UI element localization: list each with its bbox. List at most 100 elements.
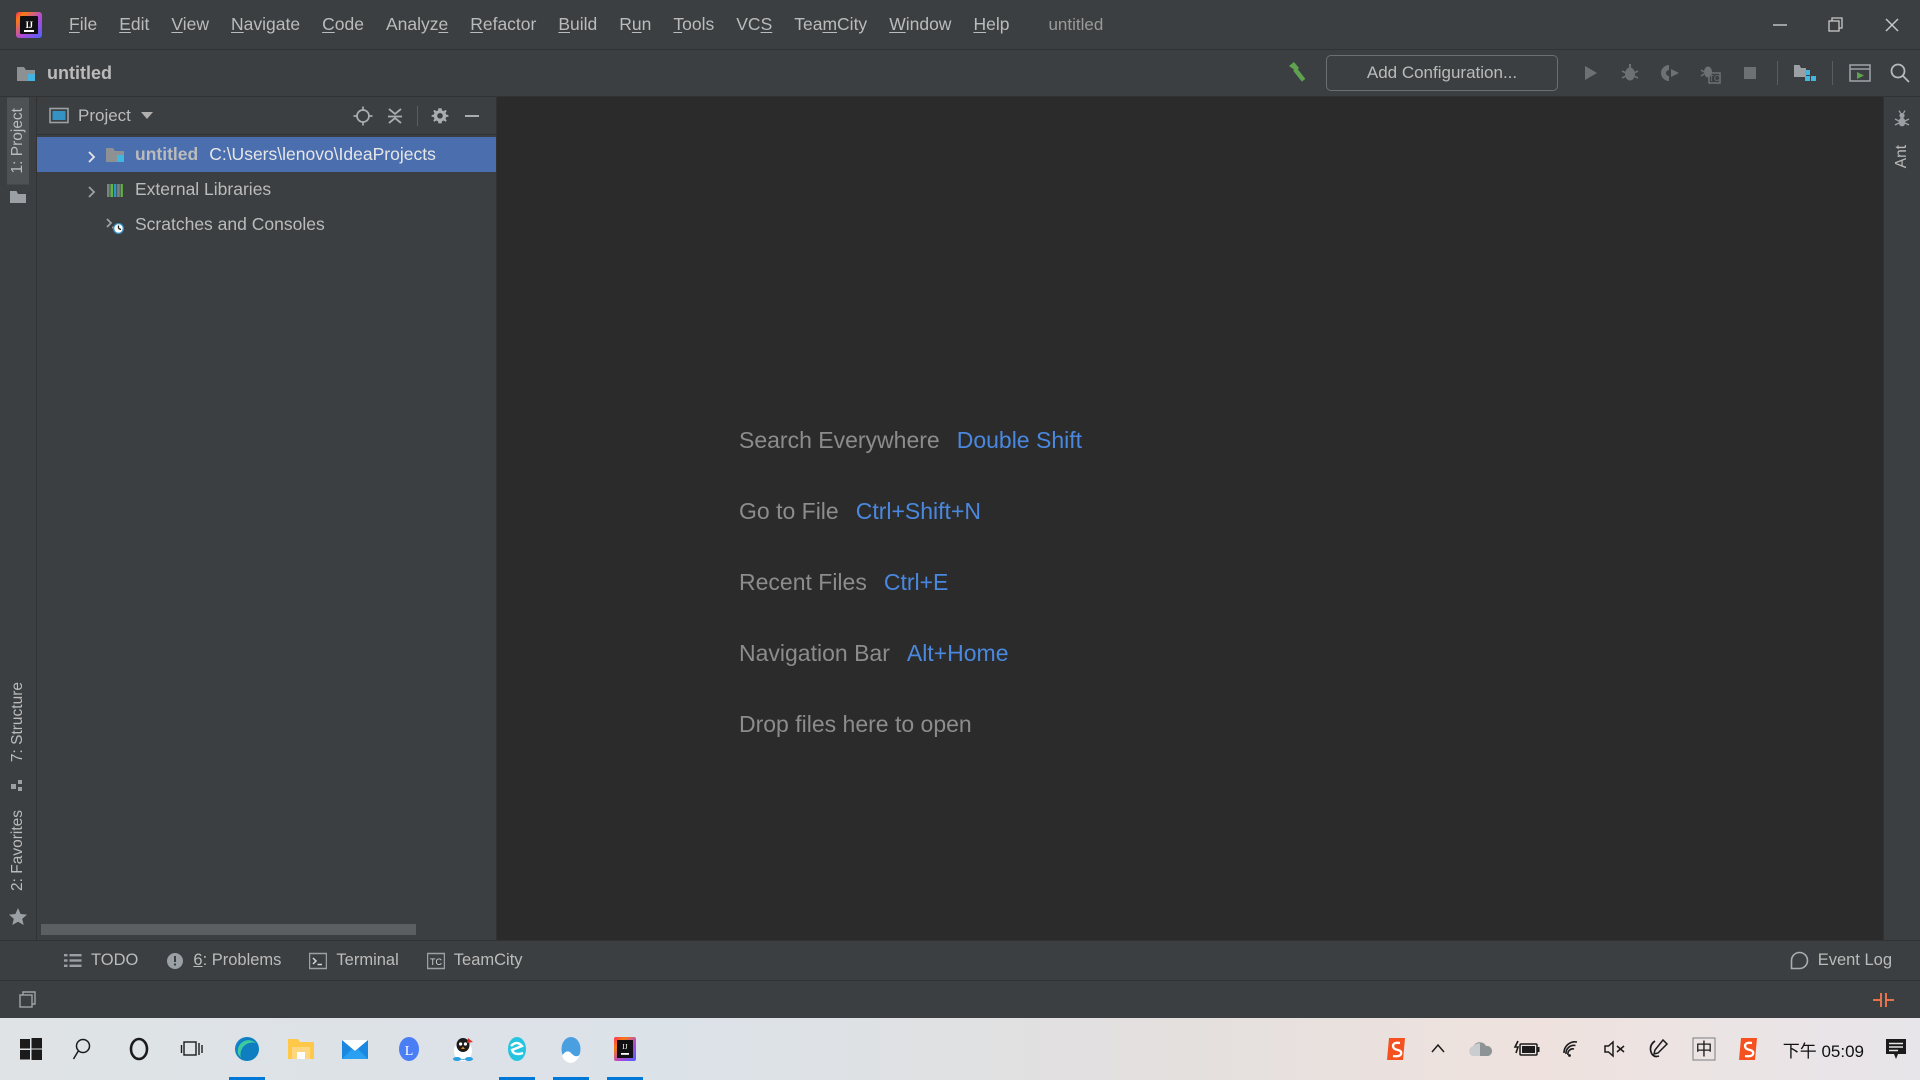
menu-item-refactor[interactable]: Refactor bbox=[459, 10, 547, 39]
sogou-input-tray[interactable] bbox=[1375, 1018, 1419, 1080]
menu-item-analyze[interactable]: Analyze bbox=[375, 10, 459, 39]
editor-hint-label: Navigation Bar bbox=[739, 640, 890, 667]
app-l-button[interactable]: L bbox=[382, 1018, 436, 1080]
chevron-up-icon bbox=[1429, 1040, 1447, 1058]
ime-mode-tray[interactable]: 中 bbox=[1681, 1018, 1727, 1080]
tool-button-problems[interactable]: 6: Problems bbox=[152, 947, 295, 974]
editor-hint: Recent FilesCtrl+E bbox=[739, 569, 1082, 596]
problems-warning-icon bbox=[166, 952, 184, 970]
oval-browser-icon bbox=[557, 1034, 585, 1064]
add-configuration-button[interactable]: Add Configuration... bbox=[1326, 55, 1558, 91]
stripe-favorites-label: 2: Favorites bbox=[9, 810, 27, 891]
menu-item-window[interactable]: Window bbox=[878, 10, 962, 39]
settings-button[interactable] bbox=[425, 101, 455, 131]
speaker-muted-icon bbox=[1603, 1039, 1627, 1059]
file-explorer-button[interactable] bbox=[274, 1018, 328, 1080]
network-tray[interactable] bbox=[1551, 1018, 1593, 1080]
minimize-button[interactable] bbox=[1752, 0, 1808, 50]
scrollbar-thumb[interactable] bbox=[41, 924, 416, 935]
close-button[interactable] bbox=[1864, 0, 1920, 50]
browser-oval-button[interactable] bbox=[544, 1018, 598, 1080]
mail-button[interactable] bbox=[328, 1018, 382, 1080]
hide-panel-button[interactable] bbox=[457, 101, 487, 131]
editor-hint: Go to FileCtrl+Shift+N bbox=[739, 498, 1082, 525]
window-controls bbox=[1752, 0, 1920, 50]
notification-center-button[interactable] bbox=[1876, 1018, 1916, 1080]
main-toolbar: untitled Add Configuration... bbox=[0, 50, 1920, 97]
tree-item-label: untitled bbox=[135, 144, 198, 165]
sidebar-item-ant[interactable]: Ant bbox=[1891, 134, 1913, 179]
editor-hint: Search EverywhereDouble Shift bbox=[739, 427, 1082, 454]
sidebar-item-favorites[interactable]: 2: Favorites bbox=[7, 799, 29, 902]
tool-button-terminal[interactable]: Terminal bbox=[295, 947, 412, 974]
project-tree-horizontal-scrollbar[interactable] bbox=[37, 918, 496, 940]
project-tree[interactable]: untitledC:\Users\lenovo\IdeaProjectsExte… bbox=[37, 135, 496, 918]
tree-item-scratches-and-consoles[interactable]: Scratches and Consoles bbox=[37, 207, 496, 242]
edge-button[interactable] bbox=[220, 1018, 274, 1080]
tree-item-label: Scratches and Consoles bbox=[135, 214, 325, 235]
chevron-down-icon[interactable] bbox=[141, 112, 153, 119]
tree-expand-arrow-icon[interactable] bbox=[85, 148, 99, 162]
project-panel-title: Project bbox=[78, 106, 131, 126]
start-button[interactable] bbox=[4, 1018, 58, 1080]
gear-icon bbox=[429, 105, 451, 127]
editor-hint-shortcut: Double Shift bbox=[957, 427, 1082, 454]
tool-window-buttons-bar: TODO 6: Problems Terminal TC TeamCity bbox=[0, 940, 1920, 980]
run-button[interactable] bbox=[1570, 54, 1610, 92]
onedrive-tray[interactable] bbox=[1457, 1018, 1503, 1080]
line-separator-indicator[interactable] bbox=[1862, 989, 1906, 1011]
menu-item-build[interactable]: Build bbox=[547, 10, 608, 39]
intellij-idea-logo-icon[interactable]: IJ bbox=[16, 12, 42, 38]
menu-item-view[interactable]: View bbox=[160, 10, 220, 39]
cortana-button[interactable] bbox=[112, 1018, 166, 1080]
build-button[interactable] bbox=[1278, 54, 1318, 92]
search-everywhere-button[interactable] bbox=[1880, 54, 1920, 92]
event-log-button[interactable]: Event Log bbox=[1776, 947, 1906, 974]
tree-item-external-libraries[interactable]: External Libraries bbox=[37, 172, 496, 207]
intellij-idea-button[interactable]: IJ bbox=[598, 1018, 652, 1080]
task-view-button[interactable] bbox=[166, 1018, 220, 1080]
terminal-button[interactable] bbox=[1840, 54, 1880, 92]
search-taskbar-button[interactable] bbox=[58, 1018, 112, 1080]
volume-tray[interactable] bbox=[1593, 1018, 1637, 1080]
qq-button[interactable] bbox=[436, 1018, 490, 1080]
svg-text:中: 中 bbox=[1695, 1040, 1712, 1060]
sogou-pinyin-tray[interactable] bbox=[1727, 1018, 1771, 1080]
restore-button[interactable] bbox=[1808, 0, 1864, 50]
debug-button[interactable] bbox=[1610, 54, 1650, 92]
menu-item-navigate[interactable]: Navigate bbox=[220, 10, 311, 39]
menu-item-edit[interactable]: Edit bbox=[108, 10, 160, 39]
toolbar-project-chip[interactable]: untitled bbox=[16, 63, 112, 84]
project-structure-button[interactable] bbox=[1785, 54, 1825, 92]
menu-item-code[interactable]: Code bbox=[311, 10, 375, 39]
battery-tray[interactable] bbox=[1503, 1018, 1551, 1080]
menu-item-run[interactable]: Run bbox=[608, 10, 662, 39]
menu-item-vcs[interactable]: VCS bbox=[725, 10, 783, 39]
menu-item-teamcity[interactable]: TeamCity bbox=[783, 10, 878, 39]
stop-button[interactable] bbox=[1730, 54, 1770, 92]
build-hammer-icon bbox=[1285, 60, 1311, 86]
menu-item-tools[interactable]: Tools bbox=[662, 10, 725, 39]
taskbar-clock[interactable]: 下午 05:09 bbox=[1771, 1018, 1876, 1080]
show-hidden-icons-button[interactable] bbox=[1419, 1018, 1457, 1080]
tree-item-untitled[interactable]: untitledC:\Users\lenovo\IdeaProjects bbox=[37, 137, 496, 172]
collapse-all-button[interactable] bbox=[380, 101, 410, 131]
tool-button-todo[interactable]: TODO bbox=[50, 947, 152, 974]
run-with-coverage-button[interactable] bbox=[1650, 54, 1690, 92]
stop-square-icon bbox=[1739, 62, 1761, 84]
intellij-idea-logo: IJ bbox=[612, 1035, 638, 1063]
sidebar-item-project[interactable]: 1: Project bbox=[7, 97, 29, 184]
menu-item-help[interactable]: Help bbox=[962, 10, 1020, 39]
pen-ink-icon bbox=[1647, 1038, 1671, 1060]
sidebar-item-structure[interactable]: 7: Structure bbox=[7, 671, 29, 773]
window-layout-button[interactable] bbox=[10, 987, 48, 1013]
pen-tray[interactable] bbox=[1637, 1018, 1681, 1080]
tool-button-teamcity[interactable]: TC TeamCity bbox=[413, 947, 537, 974]
menu-item-file[interactable]: File bbox=[58, 10, 108, 39]
browser-e-button[interactable] bbox=[490, 1018, 544, 1080]
blue-l-circle-icon: L bbox=[395, 1034, 423, 1064]
select-opened-file-button[interactable] bbox=[348, 101, 378, 131]
tree-expand-arrow-icon[interactable] bbox=[85, 183, 99, 197]
teamcity-debug-button[interactable]: TC bbox=[1690, 54, 1730, 92]
main-body: 1: Project 7: Structure bbox=[0, 97, 1920, 940]
